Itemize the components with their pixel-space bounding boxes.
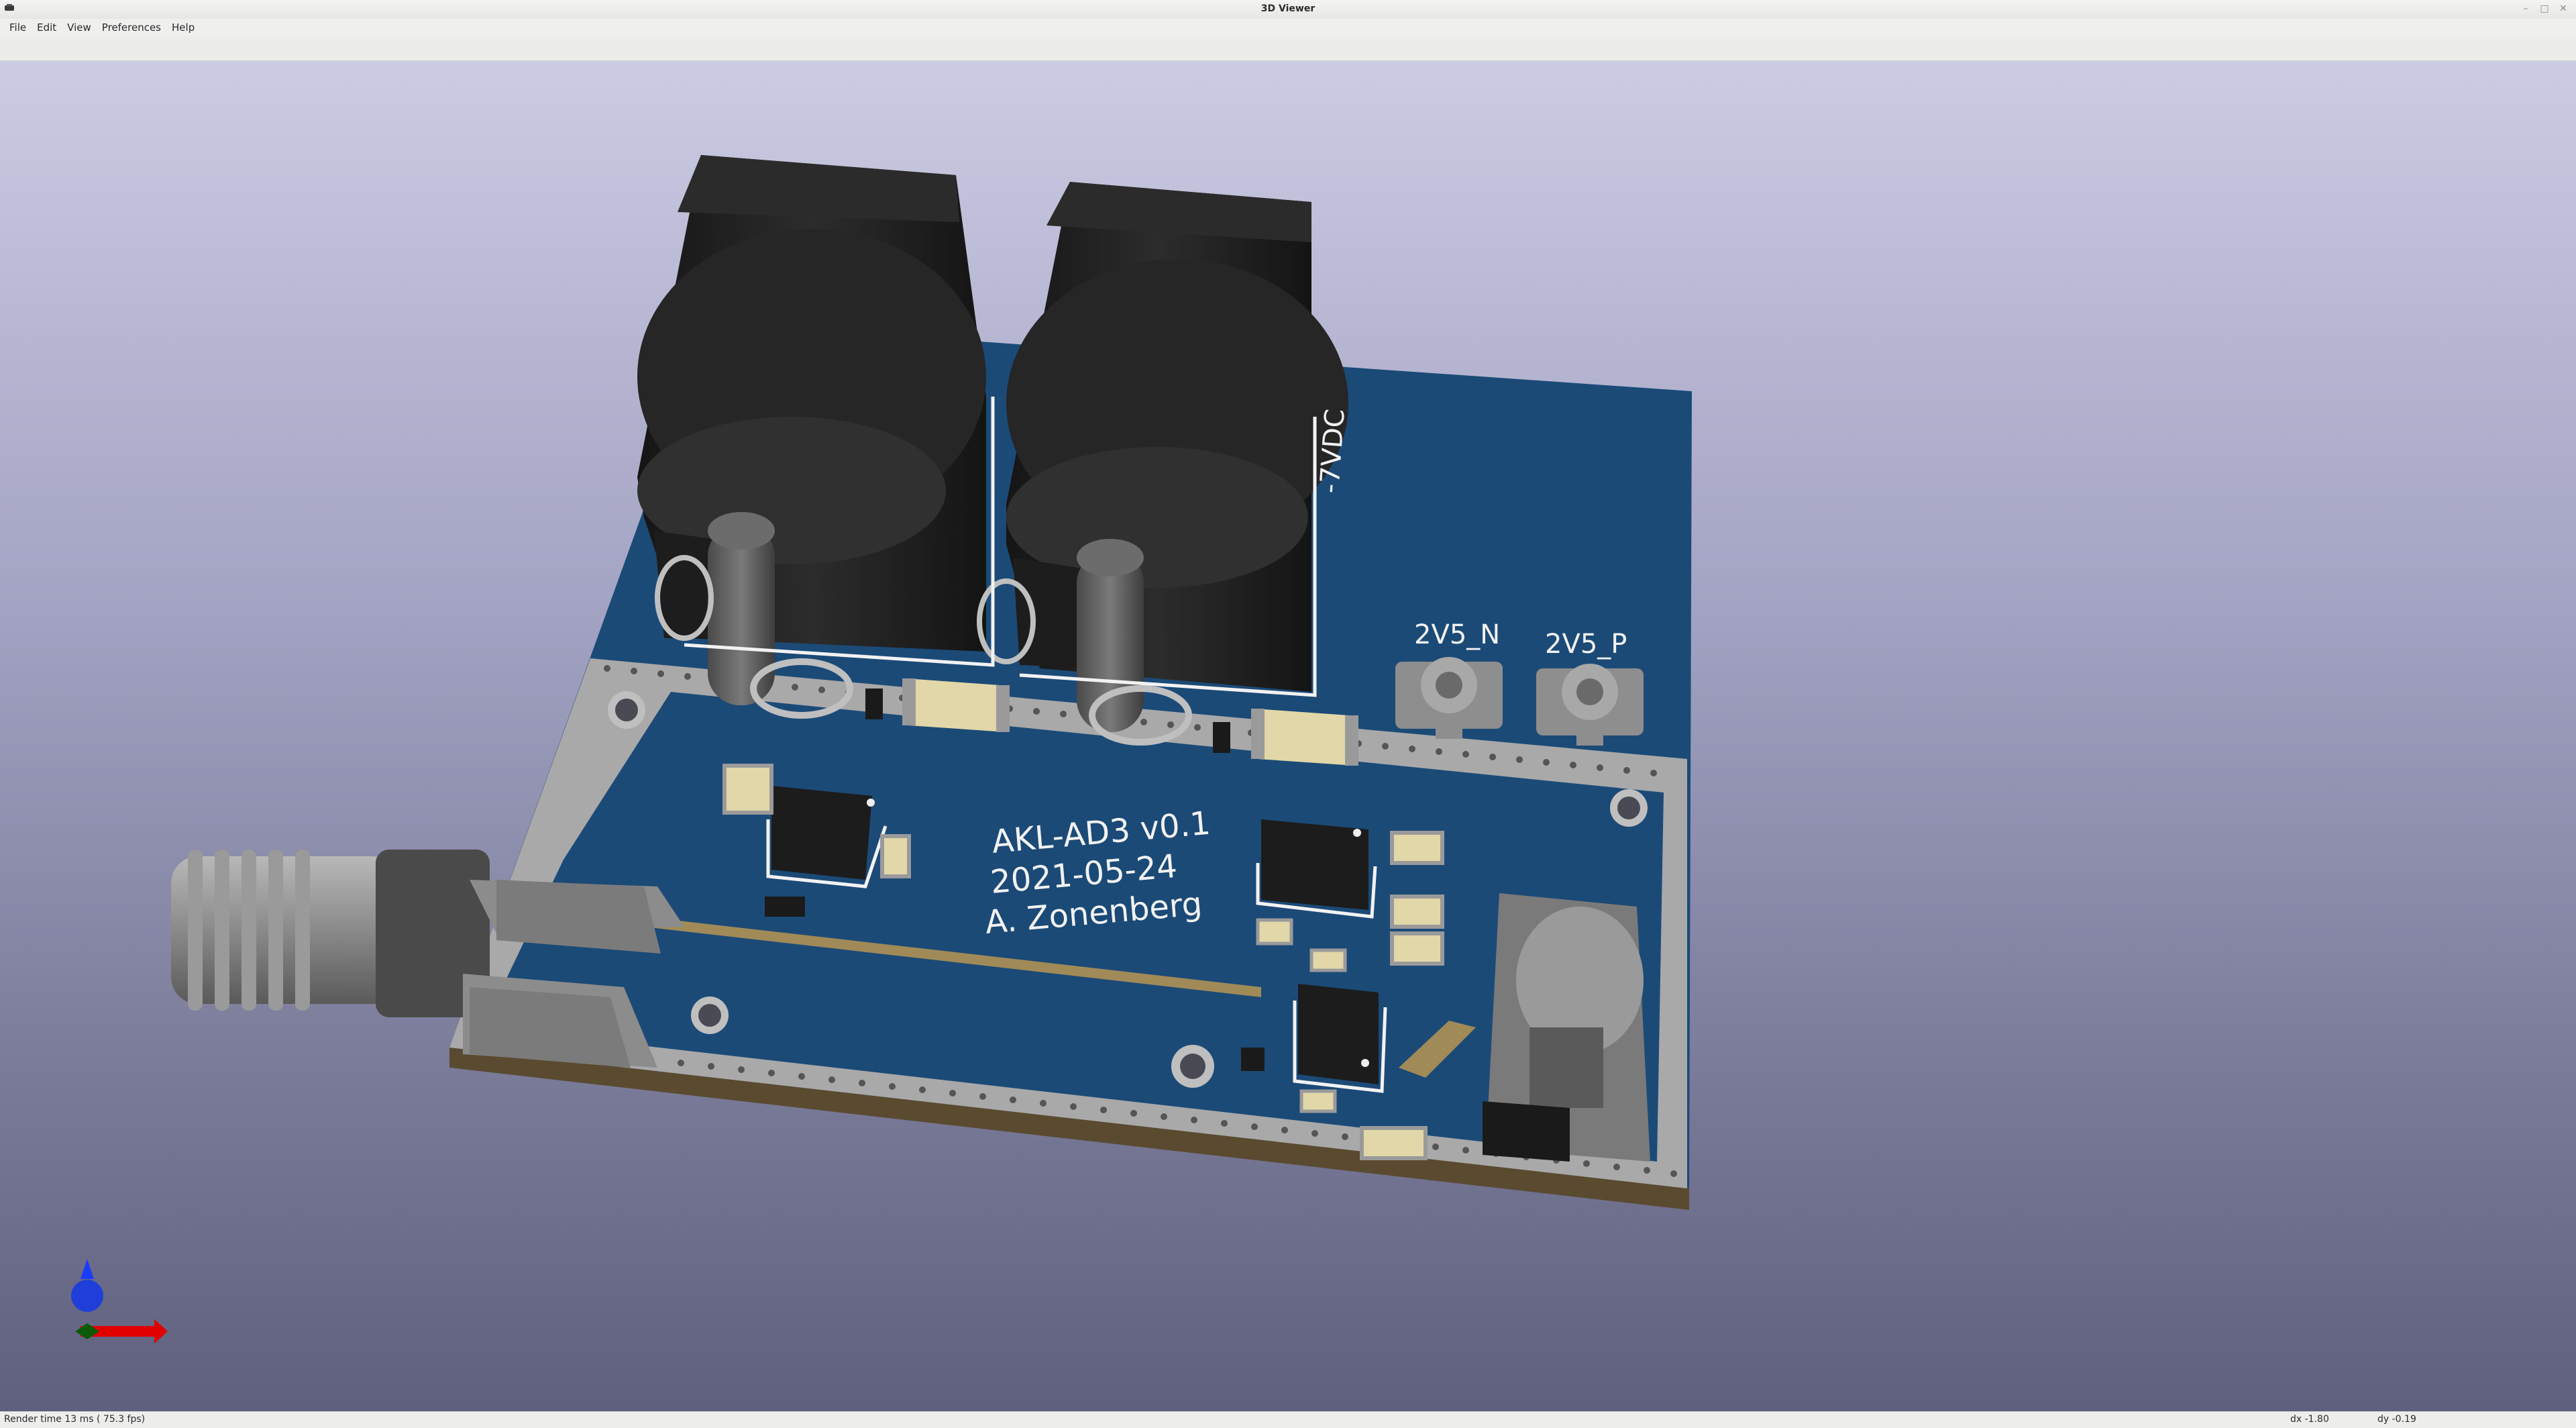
close-button[interactable]: ✕ bbox=[2556, 3, 2571, 15]
menu-preferences[interactable]: Preferences bbox=[97, 20, 166, 35]
voltage-label: -7VDC bbox=[1314, 408, 1351, 495]
window-controls: – □ ✕ bbox=[2518, 1, 2571, 16]
conn-label-p: 2V5_P bbox=[1545, 629, 1627, 660]
switch-component bbox=[1483, 893, 1650, 1162]
menu-bar: File Edit View Preferences Help bbox=[0, 19, 2576, 36]
menu-edit[interactable]: Edit bbox=[32, 20, 62, 35]
toolbar bbox=[0, 36, 2576, 61]
menu-help[interactable]: Help bbox=[166, 20, 200, 35]
pcb-3d-scene: AKL-AD3 v0.1 2021-05-24 A. Zonenberg -7V… bbox=[171, 155, 1692, 1210]
minimize-icon: – bbox=[2523, 3, 2528, 14]
dy-status: dy -0.19 bbox=[2377, 1414, 2416, 1425]
dx-status: dx -1.80 bbox=[2290, 1414, 2329, 1425]
title-bar: 3D Viewer – □ ✕ bbox=[0, 0, 2576, 19]
dc-jack-1 bbox=[637, 155, 986, 719]
close-icon: ✕ bbox=[2559, 3, 2567, 14]
minimize-button[interactable]: – bbox=[2518, 3, 2533, 15]
conn-label-n: 2V5_N bbox=[1414, 619, 1500, 650]
dc-jack-2 bbox=[977, 182, 1348, 746]
ic-3 bbox=[1293, 984, 1387, 1093]
maximize-button[interactable]: □ bbox=[2537, 3, 2552, 15]
window-title: 3D Viewer bbox=[1260, 3, 1316, 14]
axis-gizmo-icon bbox=[71, 1259, 168, 1343]
menu-file[interactable]: File bbox=[4, 20, 32, 35]
maximize-icon: □ bbox=[2540, 3, 2549, 14]
3d-viewport[interactable]: AKL-AD3 v0.1 2021-05-24 A. Zonenberg -7V… bbox=[0, 61, 2576, 1411]
menu-view[interactable]: View bbox=[62, 20, 97, 35]
render-time-status: Render time 13 ms ( 75.3 fps) bbox=[4, 1414, 146, 1425]
status-bar: Render time 13 ms ( 75.3 fps) dx -1.80 d… bbox=[0, 1411, 2576, 1428]
3d-viewer-window: 3D Viewer – □ ✕ File Edit View Preferenc… bbox=[0, 0, 2576, 1428]
